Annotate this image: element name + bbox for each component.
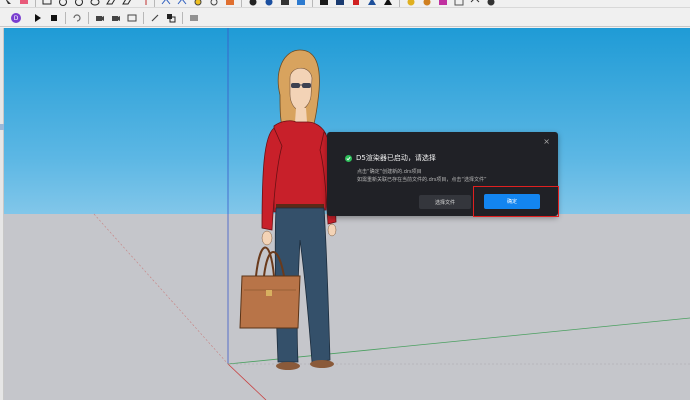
paint-icon[interactable]	[224, 0, 236, 6]
section-icon[interactable]	[437, 0, 449, 6]
offset-icon[interactable]	[176, 0, 188, 6]
scale-icon[interactable]	[160, 0, 172, 6]
orbit-icon[interactable]	[247, 0, 259, 6]
toolbar-separator	[182, 11, 183, 24]
camera-remove-icon[interactable]	[110, 13, 122, 23]
arc-icon[interactable]	[89, 0, 101, 6]
toolbar-separator	[241, 0, 242, 7]
sync-icon[interactable]	[71, 13, 83, 23]
select-icon[interactable]	[2, 0, 14, 6]
dialog-instruction-relink: 如需重新关联已存在当前文件的.drs项目，点击“选择文件”	[357, 177, 487, 183]
zoom-extents-icon[interactable]	[295, 0, 307, 6]
toolbar-separator	[399, 0, 400, 7]
d5-launch-dialog: × D5渲染器已启动，请选择 点击“确定”创建新的.drs项目 如需重新关联已存…	[327, 132, 558, 216]
rectangle-icon[interactable]	[41, 0, 53, 6]
styles-icon[interactable]	[366, 0, 378, 6]
render-icon[interactable]	[382, 0, 394, 6]
zoom-icon[interactable]	[279, 0, 291, 6]
shadow-icon[interactable]	[405, 0, 417, 6]
sandbox-icon[interactable]	[453, 0, 465, 6]
svg-text:D: D	[14, 15, 19, 22]
dialog-title: D5渲染器已启动，请选择	[356, 154, 436, 162]
fog-icon[interactable]	[421, 0, 433, 6]
confirm-button[interactable]: 确定	[484, 194, 540, 209]
material-icon[interactable]	[165, 13, 177, 23]
eraser-icon[interactable]	[18, 0, 30, 6]
link-icon[interactable]	[149, 13, 161, 23]
toolbar-separator	[65, 11, 66, 24]
stop-icon[interactable]	[48, 13, 60, 23]
tape-icon[interactable]	[192, 0, 204, 6]
choose-file-button[interactable]: 选择文件	[419, 195, 471, 209]
scene-icon[interactable]	[126, 13, 138, 23]
d5-logo-icon[interactable]: D	[10, 12, 22, 23]
settings-list-icon[interactable]	[188, 13, 200, 23]
toolbar-separator	[143, 11, 144, 24]
close-icon[interactable]: ×	[543, 137, 550, 146]
settings-icon[interactable]	[485, 0, 497, 6]
d5-toolbar: D	[0, 9, 690, 27]
ruby-icon[interactable]	[469, 0, 481, 6]
pushpull-icon[interactable]	[105, 0, 117, 6]
main-toolbar	[0, 0, 690, 8]
toolbar-separator	[88, 11, 89, 24]
camera-add-icon[interactable]	[94, 13, 106, 23]
pan-icon[interactable]	[263, 0, 275, 6]
layers-icon[interactable]	[350, 0, 362, 6]
toolbar-separator	[312, 0, 313, 7]
circle-icon[interactable]	[57, 0, 69, 6]
rotate-icon[interactable]	[137, 0, 149, 6]
dialog-title-row: D5渲染器已启动，请选择	[345, 153, 436, 163]
dialog-instruction-create: 点击“确定”创建新的.drs项目	[357, 169, 422, 175]
text-icon[interactable]	[208, 0, 220, 6]
check-circle-icon	[345, 154, 352, 162]
toolbar-separator	[154, 0, 155, 7]
extension-icon[interactable]	[334, 0, 346, 6]
toolbar-separator	[35, 0, 36, 7]
polygon-icon[interactable]	[73, 0, 85, 6]
move-icon[interactable]	[121, 0, 133, 6]
warehouse-icon[interactable]	[318, 0, 330, 6]
play-icon[interactable]	[32, 13, 44, 23]
